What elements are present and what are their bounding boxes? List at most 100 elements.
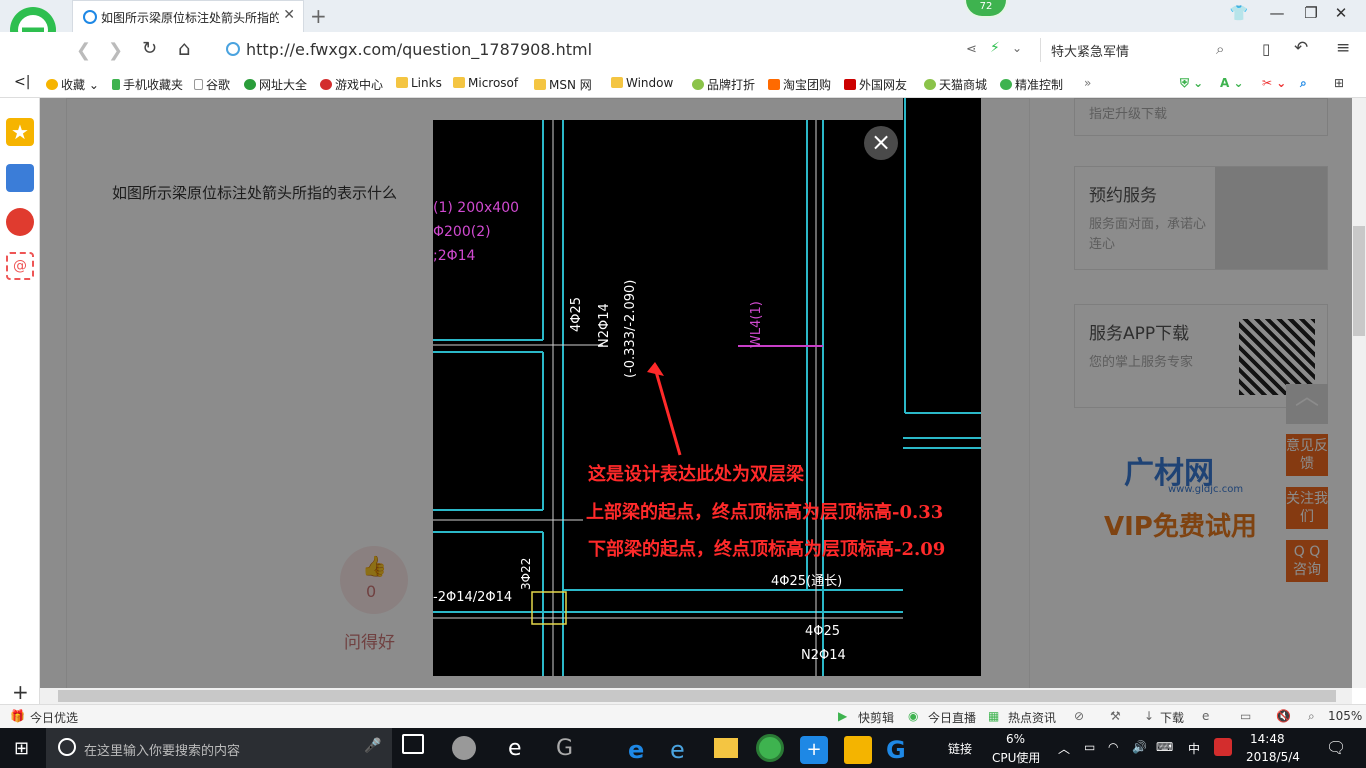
shirt-icon[interactable]: 👕 (1224, 4, 1254, 22)
download-label[interactable]: 下载 (1160, 709, 1184, 726)
bookmark-item[interactable]: MSN 网 (534, 76, 592, 93)
bookmark-item[interactable]: 谷歌 (194, 76, 230, 93)
windows-start-icon[interactable]: ⊞ (14, 738, 29, 759)
ime-indicator[interactable]: 中 (1188, 740, 1200, 757)
forward-icon[interactable]: ❯ (108, 40, 123, 61)
file-explorer-icon[interactable] (714, 738, 738, 758)
edge-icon[interactable]: e (628, 736, 656, 764)
keyboard-icon[interactable]: ⌨ (1156, 740, 1173, 754)
menu-icon[interactable]: ≡ (1336, 38, 1350, 58)
battery-icon[interactable]: ▭ (1084, 740, 1095, 754)
weibo-icon[interactable] (6, 208, 34, 236)
speed-icon[interactable]: ⊘ (1074, 709, 1084, 723)
bookmark-item[interactable]: Links (396, 76, 442, 90)
shield-icon[interactable]: ⛨ ⌄ (1180, 76, 1203, 91)
window-icon[interactable]: ▭ (1240, 709, 1251, 723)
fan-app-icon[interactable] (452, 736, 476, 760)
mute-icon[interactable]: 🔇 (1276, 709, 1291, 723)
cad-label: Φ200(2) (433, 224, 491, 240)
cad-label: N2Φ14 (801, 648, 846, 663)
cad-label: 4Φ25 (569, 296, 584, 332)
mail-icon[interactable]: @ (6, 252, 34, 280)
apps-icon[interactable]: ⊞ (1334, 76, 1344, 90)
taskbar-search[interactable]: 在这里输入你要搜索的内容 🎤 (46, 728, 392, 768)
more-bookmarks-icon[interactable]: » (1084, 76, 1091, 90)
bookmark-item[interactable]: 天猫商城 (924, 76, 987, 93)
ie-mode-icon[interactable]: e (1202, 709, 1209, 723)
scissors-icon[interactable]: ✂ ⌄ (1262, 76, 1286, 90)
clock-time[interactable]: 14:48 (1250, 732, 1285, 746)
reader-icon[interactable] (6, 164, 34, 192)
status-item[interactable]: 热点资讯 (1008, 709, 1056, 726)
download-icon: ↓ (1144, 709, 1155, 723)
zoom-level[interactable]: 105% (1328, 709, 1362, 723)
bookmark-item[interactable]: 淘宝团购 (768, 76, 831, 93)
undo-icon[interactable]: ↶ (1294, 38, 1308, 58)
tab-close-icon[interactable]: ✕ (283, 7, 295, 23)
vertical-scrollbar[interactable] (1352, 98, 1366, 688)
status-item[interactable]: 快剪辑 (858, 709, 894, 726)
ie-tab-icon (83, 10, 97, 24)
minimize-button[interactable]: — (1262, 4, 1292, 22)
glodon-g-icon[interactable]: G (886, 736, 914, 764)
sidebar-toggle-icon[interactable]: <| (14, 74, 30, 90)
bookmark-item[interactable]: 网址大全 (244, 76, 307, 93)
volume-icon[interactable]: 🔊 (1132, 740, 1147, 754)
video-icon: ▶ (838, 709, 848, 723)
new-tab-button[interactable]: + (310, 4, 327, 28)
link-label[interactable]: 链接 (948, 740, 972, 757)
bookmark-item[interactable]: 手机收藏夹 (112, 76, 183, 93)
fix-icon[interactable]: ⚒ (1110, 709, 1121, 723)
sogou-icon[interactable] (1214, 738, 1232, 756)
magnifier-icon[interactable]: ⌕ (1300, 76, 1307, 91)
bookmark-item[interactable]: Microsof (453, 76, 518, 90)
site-security-icon (226, 42, 240, 56)
cad-label: 3Φ22 (519, 557, 533, 590)
address-bar[interactable]: http://e.fwxgx.com/question_1787908.html (218, 38, 1038, 62)
lightning-icon[interactable]: ⚡ (990, 40, 1000, 56)
tab-title: 如图所示梁原位标注处箭头所指的表示什么 (101, 11, 279, 25)
horizontal-scroll-thumb[interactable] (58, 690, 1336, 702)
notification-icon[interactable]: 🗨 (1326, 738, 1346, 757)
bookmark-item[interactable]: 外国网友 (844, 76, 907, 93)
mobile-icon[interactable]: ▯ (1262, 40, 1270, 58)
restore-button[interactable]: ❐ (1296, 4, 1326, 22)
ie-icon[interactable]: e (670, 736, 698, 764)
tool-app-icon[interactable]: + (800, 736, 828, 764)
url-text[interactable]: http://e.fwxgx.com/question_1787908.html (246, 40, 592, 59)
refresh-icon[interactable]: ↻ (142, 38, 157, 59)
back-icon[interactable]: ❮ (76, 40, 91, 61)
bookmark-item[interactable]: 品牌打折 (692, 76, 755, 93)
browser-taskbar-icon[interactable] (756, 734, 784, 762)
tab-active[interactable]: 如图所示梁原位标注处箭头所指的表示什么 ✕ (72, 0, 304, 32)
bookmark-item[interactable]: 收藏 ⌄ (46, 76, 99, 93)
status-left-label[interactable]: 今日优选 (30, 709, 78, 726)
share-icon[interactable]: ⋖ (966, 42, 977, 57)
translate-icon[interactable]: A ⌄ (1220, 76, 1244, 90)
gift-icon[interactable]: 🎁 (10, 709, 25, 723)
favorites-icon[interactable]: ★ (6, 118, 34, 146)
home-icon[interactable]: ⌂ (178, 36, 191, 60)
status-item[interactable]: 今日直播 (928, 709, 976, 726)
tray-chevron-icon[interactable]: ︿ (1058, 740, 1070, 757)
live-icon: ◉ (908, 709, 919, 723)
task-view-icon[interactable] (402, 734, 424, 754)
glodon-icon[interactable]: G (556, 736, 584, 764)
notes-app-icon[interactable] (844, 736, 872, 764)
close-viewer-button[interactable]: × (864, 126, 898, 160)
add-sidebar-button[interactable]: + (12, 680, 29, 704)
bookmark-item[interactable]: 游戏中心 (320, 76, 383, 93)
bookmark-item[interactable]: Window (611, 76, 673, 90)
close-window-button[interactable]: ✕ (1326, 4, 1356, 22)
cad-drawing-image: (1) 200x400 Φ200(2) ;2Φ14 4Φ25 N2Φ14 (-0… (433, 120, 903, 676)
vertical-scroll-thumb[interactable] (1353, 226, 1365, 336)
search-icon[interactable]: ⌕ (1216, 40, 1224, 58)
microphone-icon[interactable]: 🎤 (364, 738, 381, 754)
search-input[interactable]: 特大紧急军情 (1040, 38, 1240, 62)
clock-date[interactable]: 2018/5/4 (1246, 750, 1300, 764)
chevron-down-icon[interactable]: ⌄ (1012, 41, 1022, 55)
wifi-icon[interactable]: ◠ (1108, 740, 1118, 754)
bookmark-item[interactable]: 精准控制 (1000, 76, 1063, 93)
cad-label: -2Φ14/2Φ14 (433, 590, 513, 605)
ie-browser-icon[interactable]: e (508, 736, 536, 764)
